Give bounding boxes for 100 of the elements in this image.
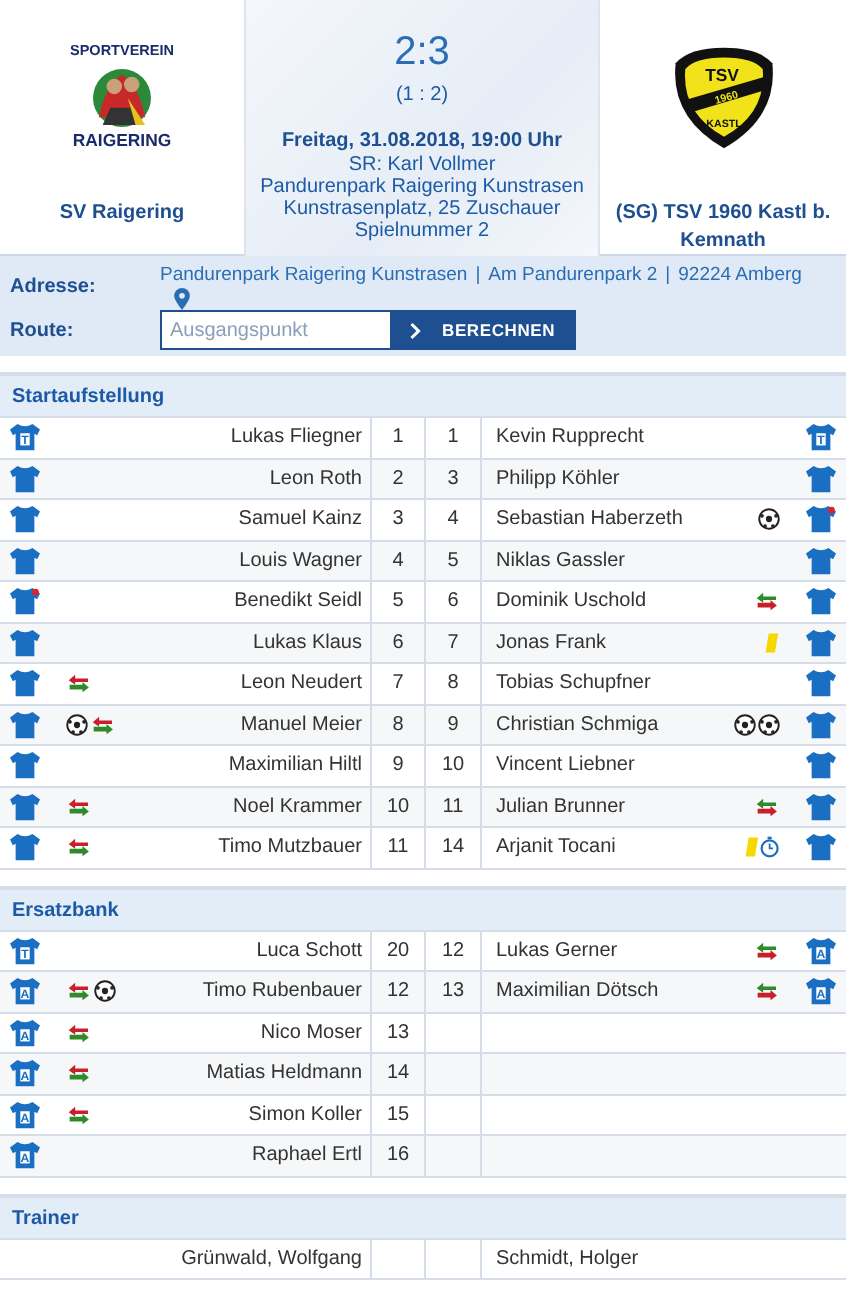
map-pin-icon[interactable] xyxy=(174,288,190,310)
match-detail: Pandurenpark Raigering Kunstrasen xyxy=(258,175,586,199)
address-link[interactable]: Am Pandurenpark 2 xyxy=(488,264,658,286)
player-name[interactable]: Christian Schmiga xyxy=(496,713,659,736)
section-header: Startaufstellung xyxy=(0,372,846,418)
player-name[interactable]: Sebastian Haberzeth xyxy=(496,508,683,531)
swap-arrows-icon xyxy=(66,1103,92,1126)
player-name[interactable]: Arjanit Tocani xyxy=(496,836,616,859)
shirt-number: 9 xyxy=(447,713,459,736)
shirt-number: 16 xyxy=(386,1144,410,1167)
swap-arrows-icon xyxy=(66,980,92,1003)
player-name[interactable]: Raphael Ertl xyxy=(251,1144,362,1167)
shirt-number: 8 xyxy=(392,713,404,736)
address-link[interactable]: Pandurenpark Raigering Kunstrasen xyxy=(160,264,468,286)
player-name[interactable]: Noel Krammer xyxy=(233,795,362,818)
shirt-number: 5 xyxy=(447,549,459,572)
ball-icon xyxy=(93,980,116,1003)
swap-arrows-icon xyxy=(66,1062,92,1085)
shirt-number: 6 xyxy=(392,631,404,654)
section-header: Ersatzbank xyxy=(0,885,846,931)
separator: | xyxy=(665,264,671,286)
shirt-number: 4 xyxy=(447,508,459,531)
player-name[interactable]: Simon Koller xyxy=(248,1103,362,1126)
player-name[interactable]: Luca Schott xyxy=(256,939,362,962)
shirt-number: 1 xyxy=(447,426,459,449)
player-name[interactable]: Samuel Kainz xyxy=(238,508,362,531)
player-name[interactable]: Nico Moser xyxy=(260,1021,362,1044)
swap-arrows-icon xyxy=(90,713,116,736)
player-name[interactable]: Schmidt, Holger xyxy=(496,1247,639,1270)
match-date: Freitag, 31.08.2018, 19:00 Uhr xyxy=(279,130,565,154)
player-name[interactable]: Vincent Liebner xyxy=(496,754,635,777)
shirt-number: 1 xyxy=(392,426,404,449)
player-name[interactable]: Jonas Frank xyxy=(496,631,607,654)
shirt-number: 4 xyxy=(392,549,404,572)
match-detail: Kunstrasenplatz, 25 Zuschauer xyxy=(281,198,563,221)
shirt-number: 2 xyxy=(392,467,404,490)
route-label: Route: xyxy=(10,319,76,341)
swap-arrows-icon xyxy=(66,672,92,695)
shirt-number: 10 xyxy=(441,754,465,777)
player-name[interactable]: Timo Mutzbauer xyxy=(218,836,362,859)
swap-arrows-icon xyxy=(754,590,780,613)
chevron-icon xyxy=(408,321,422,339)
away-team-name[interactable]: (SG) TSV 1960 Kastl b. Kemnath xyxy=(600,200,846,256)
calculate-button[interactable]: BERECHNEN xyxy=(392,310,576,350)
player-name[interactable]: Leon Roth xyxy=(269,467,362,490)
player-name[interactable]: Matias Heldmann xyxy=(206,1062,362,1085)
player-name[interactable]: Lukas Klaus xyxy=(253,631,362,654)
shirt-number: 7 xyxy=(392,672,404,695)
player-name[interactable]: Tobias Schupfner xyxy=(496,672,651,695)
player-name[interactable]: Maximilian Hiltl xyxy=(228,754,362,777)
player-name[interactable]: Benedikt Seidl xyxy=(234,590,362,613)
stopwatch-icon xyxy=(760,836,780,859)
booking-card-icon xyxy=(743,836,759,859)
shirt-number: 11 xyxy=(442,795,464,818)
shirt-number: 13 xyxy=(441,980,465,1003)
booking-card-icon xyxy=(764,631,780,654)
swap-arrows-icon xyxy=(754,795,780,818)
player-name[interactable]: Kevin Rupprecht xyxy=(496,426,644,449)
ball-icon xyxy=(758,508,780,531)
shirt-number: 5 xyxy=(392,590,404,613)
player-name[interactable]: Philipp Köhler xyxy=(496,467,620,490)
swap-arrows-icon xyxy=(66,1021,92,1044)
address-link[interactable]: 92224 Amberg xyxy=(678,264,802,286)
separator: | xyxy=(475,264,481,286)
shirt-number: 10 xyxy=(386,795,410,818)
shirt-number: 6 xyxy=(447,590,459,613)
player-name[interactable]: Maximilian Dötsch xyxy=(496,980,659,1003)
shirt-number: 20 xyxy=(386,939,410,962)
player-name[interactable]: Lukas Fliegner xyxy=(230,426,362,449)
player-name[interactable]: Leon Neudert xyxy=(240,672,362,695)
player-name[interactable]: Dominik Uschold xyxy=(496,590,647,613)
start-point-field[interactable]: Ausgangspunkt xyxy=(160,310,392,350)
player-name[interactable]: Niklas Gassler xyxy=(496,549,625,572)
player-name[interactable]: Grünwald, Wolfgang xyxy=(181,1247,362,1270)
player-name[interactable]: Lukas Gerner xyxy=(496,939,618,962)
section-header: Trainer xyxy=(0,1193,846,1239)
player-name[interactable]: Julian Brunner xyxy=(496,795,625,818)
shirt-number: 15 xyxy=(386,1103,410,1126)
shirt-number: 8 xyxy=(447,672,459,695)
match-detail: Spielnummer 2 xyxy=(352,220,492,244)
shirt-number: 13 xyxy=(386,1021,410,1044)
address-label: Adresse: xyxy=(10,274,98,298)
shirt-number: 14 xyxy=(386,1062,410,1085)
shirt-number: 14 xyxy=(441,836,465,859)
ball-icon xyxy=(66,713,88,736)
player-name[interactable]: Timo Rubenbauer xyxy=(202,980,362,1003)
player-name[interactable]: Louis Wagner xyxy=(239,549,362,572)
shirt-number: 7 xyxy=(447,631,459,654)
ball-icon xyxy=(758,713,780,736)
swap-arrows-icon xyxy=(66,795,92,818)
final-score: 2:3 xyxy=(392,28,452,76)
swap-arrows-icon xyxy=(754,980,780,1003)
shirt-number: 12 xyxy=(386,980,410,1003)
ball-icon xyxy=(734,713,756,736)
shirt-number: 12 xyxy=(441,939,465,962)
home-team-name[interactable]: SV Raigering xyxy=(47,200,197,228)
swap-arrows-icon xyxy=(754,939,780,962)
swap-arrows-icon xyxy=(66,836,92,859)
match-detail: SR: Karl Vollmer xyxy=(346,153,498,176)
player-name[interactable]: Manuel Meier xyxy=(240,713,362,736)
